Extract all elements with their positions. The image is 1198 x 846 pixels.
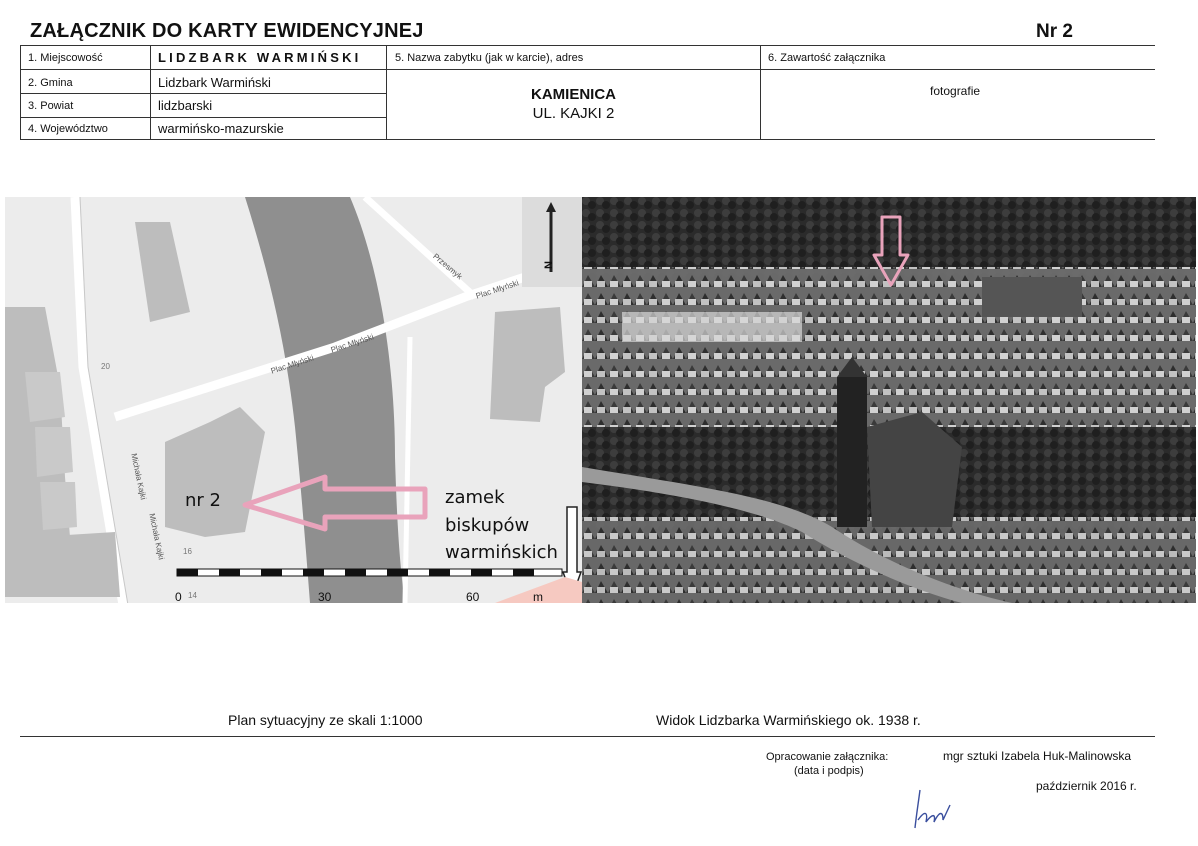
field-label-zawartosc: 6. Zawartość załącznika (768, 52, 886, 64)
table-row-divider (20, 69, 387, 70)
table-top-border (20, 45, 1155, 46)
field-label-gmina: 2. Gmina (28, 77, 73, 89)
author-name: mgr sztuki Izabela Huk-Malinowska (943, 749, 1132, 763)
map-castle-label-3: warmińskich (445, 542, 558, 563)
table-row-divider (20, 117, 387, 118)
caption-underline (20, 736, 1155, 737)
table-bottom-border (20, 139, 1155, 140)
map-house-number: 14 (188, 591, 197, 600)
attachment-number: Nr 2 (1036, 21, 1073, 42)
monument-name: KAMIENICA (531, 86, 616, 103)
map-house-number: 16 (183, 547, 192, 556)
table-row-divider (20, 93, 387, 94)
scale-tick-label: 30 (318, 590, 332, 603)
field-value-wojewodztwo: warmińsko-mazurskie (158, 121, 284, 136)
map-north-label: N (542, 261, 555, 269)
situational-map: N nr 2 zamek biskupów warmińskich Plac M… (5, 197, 582, 603)
map-building-label: nr 2 (185, 490, 221, 511)
prepared-sublabel: (data i podpis) (794, 765, 864, 777)
table-column-divider (760, 45, 761, 140)
field-value-gmina: Lidzbark Warmiński (158, 75, 271, 90)
field-label-miejscowosc: 1. Miejscowość (28, 52, 103, 64)
field-value-miejscowosc: LIDZBARK WARMIŃSKI (158, 50, 362, 65)
signature (914, 789, 951, 829)
plan-caption: Plan sytuacyjny ze skali 1:1000 (228, 712, 423, 728)
map-building (35, 532, 120, 597)
view-caption: Widok Lidzbarka Warmińskiego ok. 1938 r. (656, 712, 921, 728)
scale-tick-label: 60 (466, 590, 480, 603)
church-tower (837, 377, 867, 527)
scale-tick-label: 0 (175, 590, 182, 603)
scale-bar-segments (177, 569, 534, 576)
photo-drawing (582, 197, 1196, 603)
map-house-number: 20 (101, 362, 110, 371)
document-title: ZAŁĄCZNIK DO KARTY EWIDENCYJNEJ (30, 20, 424, 42)
monument-address: UL. KAJKI 2 (532, 105, 615, 122)
table-row-divider (387, 69, 1155, 70)
scale-unit-label: m (533, 590, 543, 603)
field-label-powiat: 3. Powiat (28, 100, 74, 112)
table-column-divider (20, 45, 21, 140)
field-label-zabytek: 5. Nazwa zabytku (jak w karcie), adres (395, 52, 584, 64)
map-castle-label-2: biskupów (445, 515, 530, 536)
field-value-zawartosc: fotografie (930, 84, 981, 98)
historic-aerial-photo (582, 197, 1196, 603)
prepared-label: Opracowanie załącznika: (766, 751, 889, 763)
field-value-powiat: lidzbarski (158, 98, 213, 113)
table-column-divider (150, 45, 151, 140)
field-label-wojewodztwo: 4. Województwo (28, 123, 108, 135)
map-castle-label-1: zamek (445, 487, 505, 508)
prepared-date: październik 2016 r. (1036, 779, 1137, 793)
